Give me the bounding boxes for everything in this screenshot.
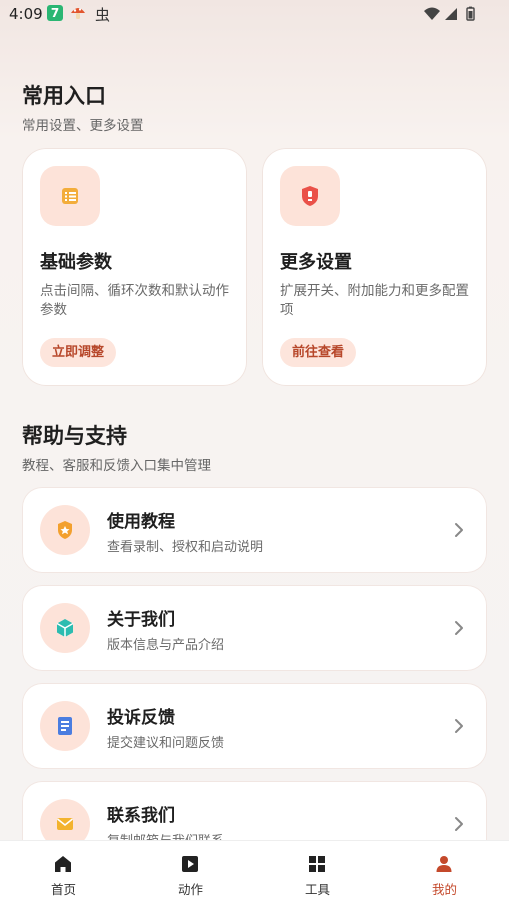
shield-icon (280, 166, 340, 226)
chevron-right-icon (455, 719, 463, 733)
grid-icon (309, 856, 325, 872)
card-desc: 点击间隔、循环次数和默认动作参数 (40, 283, 229, 318)
nav-item-actions[interactable]: 动作 (127, 841, 254, 905)
status-icons (424, 6, 475, 21)
chevron-right-icon (455, 621, 463, 635)
wifi-icon (424, 7, 440, 20)
list-item-title: 使用教程 (107, 512, 175, 532)
app-notification-icon: 7 (47, 5, 63, 21)
card-title: 基础参数 (40, 252, 112, 273)
go-view-button[interactable]: 前往查看 (280, 338, 357, 367)
list-item-tutorial[interactable]: 使用教程 查看录制、授权和启动说明 (22, 487, 487, 573)
section-title-help: 帮助与支持 (22, 424, 127, 448)
basic-params-card[interactable]: 基础参数 点击间隔、循环次数和默认动作参数 立即调整 (22, 148, 247, 386)
section-title-common: 常用入口 (22, 84, 106, 108)
document-icon (40, 701, 90, 751)
shield-star-icon (40, 505, 90, 555)
list-item-title: 关于我们 (107, 610, 175, 630)
bug-icon: 虫 (95, 6, 111, 24)
chevron-right-icon (455, 817, 463, 831)
cube-icon (40, 603, 90, 653)
list-item-desc: 版本信息与产品介绍 (107, 638, 225, 653)
home-icon (55, 856, 71, 872)
nav-label: 动作 (177, 882, 203, 897)
section-subtitle-help: 教程、客服和反馈入口集中管理 (22, 458, 211, 474)
chevron-right-icon (455, 523, 463, 537)
list-item-about[interactable]: 关于我们 版本信息与产品介绍 (22, 585, 487, 671)
signal-icon (445, 8, 457, 20)
bottom-nav: 首页 动作 工具 我的 (0, 840, 509, 905)
more-settings-card[interactable]: 更多设置 扩展开关、附加能力和更多配置项 前往查看 (262, 148, 487, 386)
nav-item-home[interactable]: 首页 (0, 841, 127, 905)
nav-label: 首页 (50, 882, 76, 897)
card-title: 更多设置 (280, 252, 352, 273)
nav-label: 我的 (431, 882, 457, 897)
card-desc: 扩展开关、附加能力和更多配置项 (280, 283, 469, 318)
list-item-desc: 查看录制、授权和启动说明 (107, 540, 264, 555)
section-subtitle-common: 常用设置、更多设置 (22, 118, 144, 134)
list-item-title: 联系我们 (107, 806, 175, 826)
list-item-feedback[interactable]: 投诉反馈 提交建议和问题反馈 (22, 683, 487, 769)
nav-item-mine[interactable]: 我的 (381, 841, 508, 905)
list-icon (40, 166, 100, 226)
play-icon (182, 856, 198, 872)
nav-label: 工具 (304, 882, 330, 897)
adjust-now-button[interactable]: 立即调整 (40, 338, 117, 367)
person-icon (436, 856, 452, 872)
list-item-title: 投诉反馈 (107, 708, 175, 728)
mushroom-icon (71, 8, 85, 19)
status-bar: 4:09 7 虫 (0, 0, 509, 28)
nav-item-tools[interactable]: 工具 (254, 841, 381, 905)
list-item-desc: 提交建议和问题反馈 (107, 736, 225, 751)
status-time: 4:09 (9, 5, 43, 23)
